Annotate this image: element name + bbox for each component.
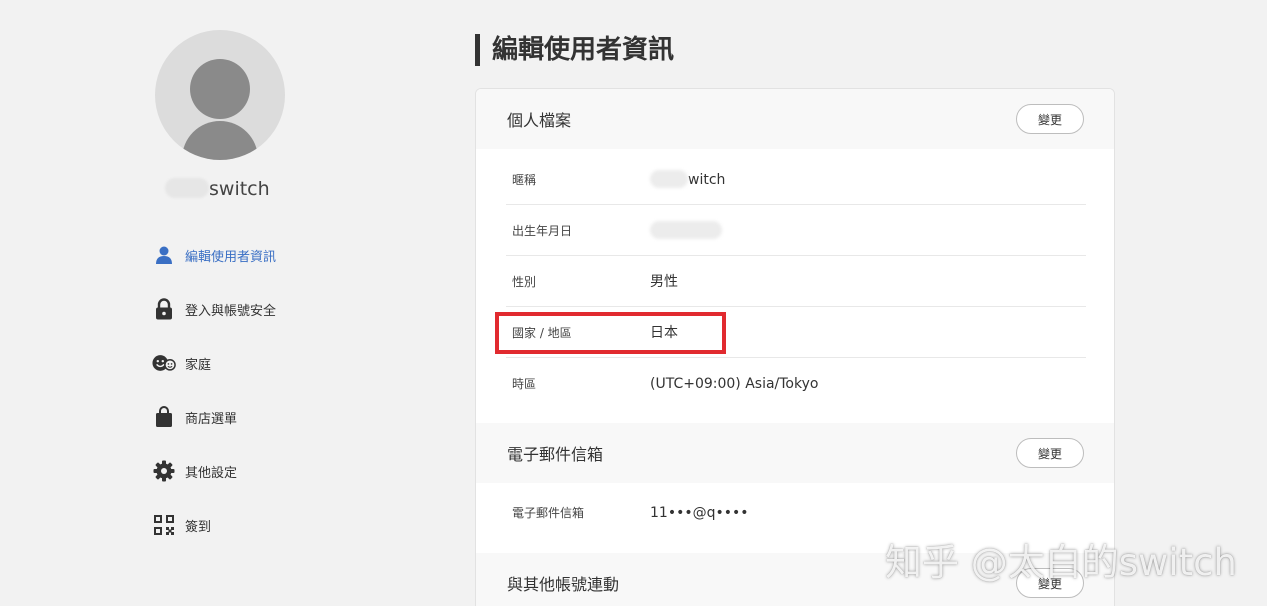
email-section-header: 電子郵件信箱 變更 [476, 423, 1114, 483]
sidebar-item-edit-profile[interactable]: 編輯使用者資訊 [152, 240, 352, 270]
sidebar-item-check-in[interactable]: 簽到 [152, 510, 352, 540]
avatar [155, 30, 285, 160]
shopping-bag-icon [152, 405, 176, 429]
sidebar-item-label: 簽到 [185, 519, 212, 535]
field-value: (UTC+09:00) Asia/Tokyo [650, 375, 819, 392]
redacted-text [650, 170, 688, 188]
watermark: 知乎 @太白的switch [885, 541, 1237, 584]
field-value: witch [650, 170, 725, 188]
sidebar-item-login-security[interactable]: 登入與帳號安全 [152, 294, 352, 324]
profile-section-header: 個人檔案 變更 [476, 89, 1114, 149]
field-label: 時區 [512, 377, 537, 391]
lock-icon [152, 297, 176, 321]
sidebar-item-other-settings[interactable]: 其他設定 [152, 456, 352, 486]
section-title: 與其他帳號連動 [507, 575, 620, 594]
profile-row-nickname: 暱稱 witch [506, 154, 1086, 205]
profile-row-timezone: 時區 (UTC+09:00) Asia/Tokyo [506, 358, 1086, 409]
username: switch [165, 178, 275, 200]
sidebar-item-family[interactable]: 家庭 [152, 348, 352, 378]
sidebar-item-label: 登入與帳號安全 [185, 303, 277, 319]
field-label: 電子郵件信箱 [512, 506, 585, 520]
qr-code-icon [152, 513, 176, 537]
sidebar-item-label: 編輯使用者資訊 [185, 249, 277, 265]
page-title: 編輯使用者資訊 [475, 34, 674, 66]
family-icon [152, 351, 176, 375]
gear-icon [152, 459, 176, 483]
section-title: 個人檔案 [507, 111, 572, 130]
field-label: 出生年月日 [512, 223, 573, 238]
sidebar-item-label: 家庭 [185, 357, 212, 373]
change-profile-button[interactable]: 變更 [1016, 104, 1084, 134]
sidebar-item-label: 其他設定 [185, 465, 238, 481]
redacted-text [650, 221, 722, 239]
highlight-box [495, 312, 726, 354]
field-value: 11•••@q•••• [650, 504, 749, 521]
section-title: 電子郵件信箱 [507, 445, 604, 464]
field-value [650, 221, 722, 239]
field-value: 男性 [650, 274, 678, 290]
field-label: 性別 [512, 274, 537, 289]
field-label: 暱稱 [512, 172, 537, 187]
profile-row-birthdate: 出生年月日 [506, 205, 1086, 256]
change-email-button[interactable]: 變更 [1016, 438, 1084, 468]
email-row: 電子郵件信箱 11•••@q•••• [506, 487, 1086, 538]
profile-row-gender: 性別 男性 [506, 256, 1086, 307]
person-icon [152, 243, 176, 267]
sidebar-item-label: 商店選單 [185, 411, 238, 427]
redacted-text [165, 178, 209, 198]
sidebar-item-shop-menu[interactable]: 商店選單 [152, 402, 352, 432]
